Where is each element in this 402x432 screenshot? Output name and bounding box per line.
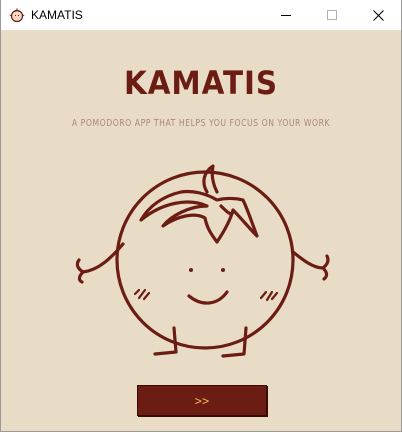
minimize-button[interactable] (263, 0, 309, 30)
window-title: KAMATIS (31, 8, 83, 22)
minimize-icon (281, 15, 291, 16)
maximize-icon (327, 10, 337, 20)
app-window: KAMATIS KAMATIS A POMODORO APP THAT HELP… (0, 0, 402, 432)
close-icon (372, 9, 384, 21)
app-heading: KAMATIS (123, 64, 279, 102)
close-button[interactable] (355, 0, 401, 30)
tomato-app-icon (9, 8, 25, 23)
title-bar[interactable]: KAMATIS (1, 0, 401, 30)
app-subtitle: A POMODORO APP THAT HELPS YOU FOCUS ON Y… (71, 118, 331, 129)
main-content: KAMATIS A POMODORO APP THAT HELPS YOU FO… (1, 30, 401, 431)
next-button[interactable]: >> (137, 385, 267, 416)
maximize-button[interactable] (309, 0, 355, 30)
tomato-mascot-illustration (75, 164, 330, 358)
